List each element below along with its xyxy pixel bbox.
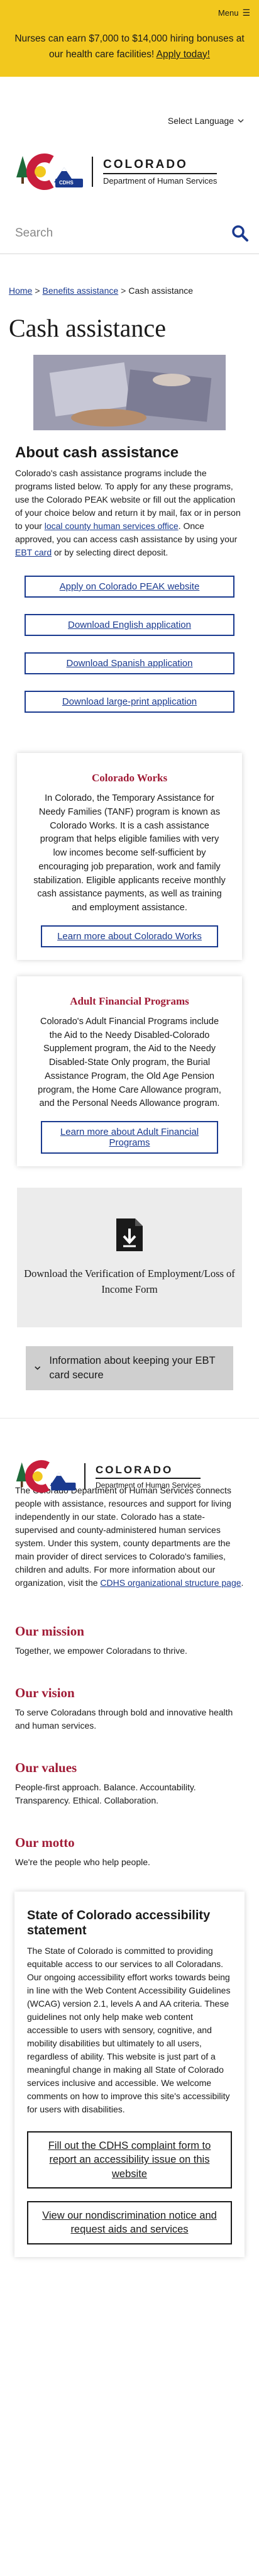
footer-section-heading: Our values	[15, 1760, 77, 1776]
ebt-security-accordion[interactable]: Information about keeping your EBT card …	[26, 1346, 233, 1391]
about-cash-assistance: About cash assistance Colorado's cash as…	[0, 430, 259, 559]
footer-mission: Our mission Together, we empower Colorad…	[0, 1624, 259, 1658]
footer-motto: Our motto We're the people who help peop…	[0, 1835, 259, 1869]
about-heading: About cash assistance	[15, 444, 179, 461]
footer-section-heading: Our mission	[15, 1624, 84, 1639]
ebt-card-link[interactable]: EBT card	[15, 547, 52, 557]
footer-section-heading: Our vision	[15, 1685, 75, 1701]
download-large-print-button[interactable]: Download large-print application	[25, 691, 234, 713]
card-text: In Colorado, the Temporary Assistance fo…	[33, 793, 226, 913]
download-icon	[116, 1218, 143, 1252]
footer-section-text: Together, we empower Coloradans to thriv…	[15, 1646, 187, 1656]
breadcrumb-current: Cash assistance	[128, 286, 194, 296]
footer-about-part-2: .	[241, 1578, 244, 1588]
site-logo[interactable]: CDHS COLORADO Department of Human Servic…	[15, 152, 218, 191]
footer-about-part-1: The Colorado Department of Human Service…	[15, 1485, 231, 1588]
chevron-down-icon	[35, 1366, 41, 1370]
footer-vision: Our vision To serve Coloradans through b…	[0, 1685, 259, 1732]
page-title: Cash assistance	[9, 314, 166, 342]
site-footer: COLORADO Department of Human Services Th…	[0, 1418, 259, 2257]
chevron-down-icon	[238, 119, 244, 123]
footer-section-heading: Our motto	[15, 1835, 75, 1851]
menu-label: Menu	[218, 8, 239, 18]
logo-badge: CDHS	[59, 180, 74, 186]
about-text: Colorado's cash assistance programs incl…	[15, 467, 244, 559]
banner-message: Nurses can earn $7,000 to $14,000 hiring…	[0, 31, 259, 63]
accessibility-statement: State of Colorado accessibility statemen…	[14, 1892, 245, 2257]
breadcrumb-benefits-assistance[interactable]: Benefits assistance	[43, 286, 119, 296]
language-select[interactable]: Select Language	[168, 116, 244, 126]
language-row: Select Language	[0, 77, 259, 131]
footer-section-text: People-first approach. Balance. Accounta…	[15, 1782, 196, 1806]
logo-title: COLORADO	[96, 1463, 174, 1476]
search-input[interactable]	[15, 226, 204, 240]
hamburger-icon: ☰	[242, 8, 250, 18]
logo-subtitle: Department of Human Services	[103, 173, 218, 186]
download-spanish-button[interactable]: Download Spanish application	[25, 652, 234, 674]
learn-more-adult-financial-button[interactable]: Learn more about Adult Financial Program…	[41, 1121, 218, 1154]
breadcrumb-separator: >	[121, 286, 126, 296]
footer-section-text: To serve Coloradans through bold and inn…	[15, 1707, 233, 1731]
breadcrumb-separator: >	[35, 286, 40, 296]
search-bar	[0, 213, 259, 254]
about-text-part-3: or by selecting direct deposit.	[52, 547, 168, 557]
page: Menu ☰ Nurses can earn $7,000 to $14,000…	[0, 0, 259, 2257]
card-title: Colorado Works	[91, 772, 168, 784]
apply-peak-button[interactable]: Apply on Colorado PEAK website	[25, 576, 234, 598]
org-structure-link[interactable]: CDHS organizational structure page	[100, 1578, 241, 1588]
hero-image	[33, 355, 226, 430]
logo-text: COLORADO Department of Human Services	[103, 158, 218, 186]
colorado-logo-mark	[15, 1459, 78, 1494]
banner-apply-link[interactable]: Apply today!	[157, 49, 210, 60]
learn-more-colorado-works-button[interactable]: Learn more about Colorado Works	[41, 925, 218, 947]
county-office-link[interactable]: local county human services office	[45, 521, 179, 531]
language-label: Select Language	[167, 116, 234, 126]
accordion-label: Information about keeping your EBT card …	[49, 1355, 216, 1381]
accessibility-complaint-button[interactable]: Fill out the CDHS complaint form to repo…	[27, 2131, 232, 2188]
menu-button[interactable]: Menu ☰	[218, 8, 250, 18]
alert-banner: Menu ☰ Nurses can earn $7,000 to $14,000…	[0, 0, 259, 77]
footer-values: Our values People-first approach. Balanc…	[0, 1760, 259, 1807]
site-logo-row: CDHS COLORADO Department of Human Servic…	[0, 131, 259, 213]
breadcrumb: Home > Benefits assistance > Cash assist…	[0, 286, 259, 296]
colorado-logo-mark: CDHS	[15, 152, 85, 191]
accessibility-text: The State of Colorado is committed to pr…	[27, 1946, 231, 2115]
breadcrumb-home[interactable]: Home	[9, 286, 32, 296]
footer-section-text: We're the people who help people.	[15, 1857, 150, 1868]
search-icon[interactable]	[231, 225, 249, 242]
logo-title: COLORADO	[103, 158, 188, 171]
download-english-button[interactable]: Download English application	[25, 614, 234, 636]
card-title: Adult Financial Programs	[70, 995, 189, 1007]
card-text: Colorado's Adult Financial Programs incl…	[38, 1016, 221, 1109]
download-verification-form[interactable]: Download the Verification of Employment/…	[17, 1188, 242, 1327]
download-label: Download the Verification of Employment/…	[24, 1268, 235, 1295]
nondiscrimination-notice-button[interactable]: View our nondiscrimination notice and re…	[27, 2200, 232, 2244]
program-card-colorado-works: Colorado Works In Colorado, the Temporar…	[17, 753, 242, 960]
accessibility-heading: State of Colorado accessibility statemen…	[27, 1909, 211, 1938]
logo-divider	[92, 157, 93, 187]
program-card-adult-financial: Adult Financial Programs Colorado's Adul…	[17, 976, 242, 1166]
